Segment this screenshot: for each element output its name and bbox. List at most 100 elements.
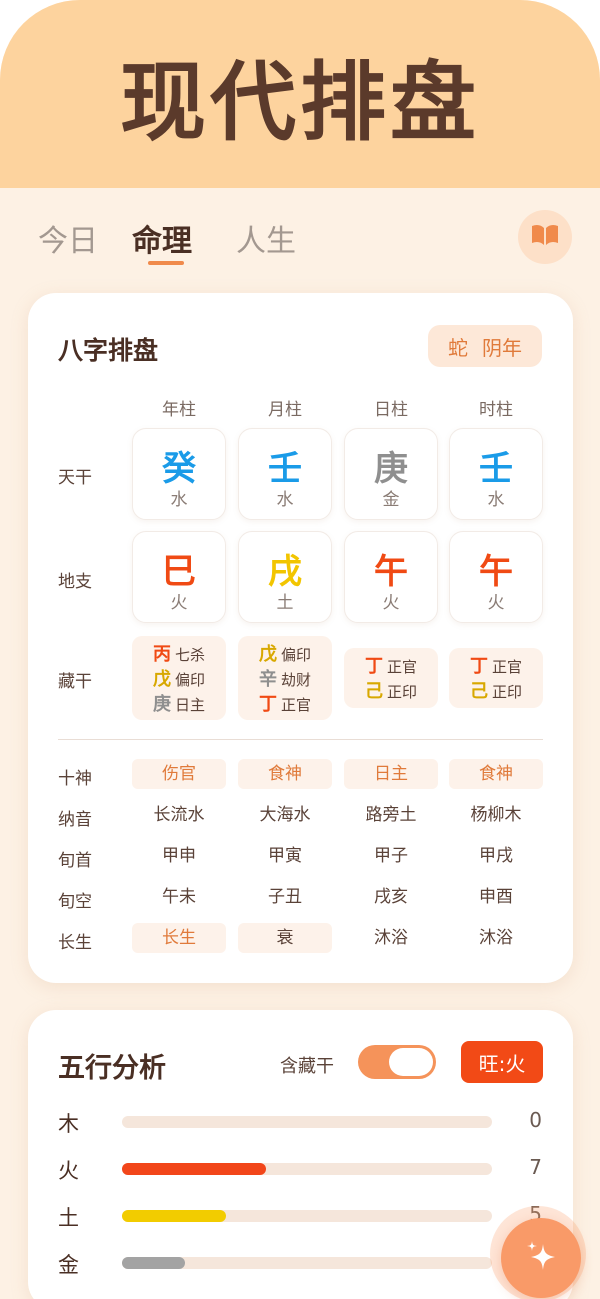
hidden-stem-god: 偏印 xyxy=(280,646,311,664)
changsheng-cell: 沐浴 xyxy=(479,928,513,948)
column-header: 日柱 xyxy=(374,400,408,420)
tab-bar: 今日 命理 人生 xyxy=(0,188,600,280)
heavenly-stem-cell: 庚金 xyxy=(344,428,438,520)
year-type: 阴年 xyxy=(482,335,522,360)
tab-today[interactable]: 今日 xyxy=(38,216,98,260)
hidden-stem-god: 日主 xyxy=(174,696,205,714)
row-label-heavenly: 天干 xyxy=(58,468,92,488)
element-bar-fill xyxy=(122,1210,226,1222)
row-label-ten-god: 十神 xyxy=(58,769,92,789)
heavenly-stem-cell: 癸水 xyxy=(132,428,226,520)
element-label: 土 xyxy=(58,1206,79,1230)
hidden-stem-line: 庚日主 xyxy=(132,690,226,716)
xunkong-cell: 申酉 xyxy=(479,887,513,907)
hidden-stem-god: 七杀 xyxy=(174,646,205,664)
hidden-stem-line: 戊偏印 xyxy=(238,640,332,666)
hidden-stem-god: 正印 xyxy=(491,683,522,701)
element-bar-track xyxy=(122,1163,492,1175)
nayin-cell: 大海水 xyxy=(259,805,311,825)
earthly-stem-element: 火 xyxy=(170,593,188,613)
heavenly-stem-char: 壬 xyxy=(479,449,513,489)
element-label: 木 xyxy=(58,1112,79,1136)
column-header: 年柱 xyxy=(162,400,196,420)
bazi-title: 八字排盘 xyxy=(58,336,159,365)
hidden-stem-line: 丁正官 xyxy=(449,652,543,678)
hidden-stem-line: 戊偏印 xyxy=(132,665,226,691)
xunkong-cell: 午未 xyxy=(162,887,196,907)
hidden-stems-cell: 丙七杀戊偏印庚日主 xyxy=(132,636,226,720)
hidden-stem-god: 正官 xyxy=(280,696,311,714)
heavenly-stem-element: 水 xyxy=(487,490,505,510)
hero-title: 现代排盘 xyxy=(120,52,480,153)
ten-god-cell: 伤官 xyxy=(132,759,226,789)
earthly-stem-char: 午 xyxy=(479,552,513,592)
active-tab-indicator xyxy=(148,261,184,265)
ten-god-cell: 食神 xyxy=(238,759,332,789)
xunshou-cell: 甲寅 xyxy=(268,846,302,866)
earthly-stem-char: 巳 xyxy=(162,552,196,592)
heavenly-stem-element: 水 xyxy=(276,490,294,510)
hidden-stem-char: 戊 xyxy=(258,644,277,665)
xunkong-cell: 戌亥 xyxy=(374,887,408,907)
xunshou-cell: 甲戌 xyxy=(479,846,513,866)
row-label-changsheng: 长生 xyxy=(58,933,92,953)
hidden-stems-cell: 丁正官己正印 xyxy=(344,648,438,708)
hidden-stem-line: 丁正官 xyxy=(238,690,332,716)
changsheng-cell: 衰 xyxy=(238,923,332,953)
element-label: 金 xyxy=(58,1253,79,1277)
hidden-stem-char: 戊 xyxy=(152,669,171,690)
hidden-stem-god: 正官 xyxy=(491,658,522,676)
hidden-stem-line: 己正印 xyxy=(449,677,543,703)
hidden-stems-cell: 丁正官己正印 xyxy=(449,648,543,708)
hero-banner: 现代排盘 xyxy=(0,0,600,188)
ai-assistant-button[interactable] xyxy=(501,1218,581,1298)
hidden-stem-char: 庚 xyxy=(152,694,171,715)
element-bar-fill xyxy=(122,1257,185,1269)
toggle-knob xyxy=(389,1048,433,1076)
row-label-xunkong: 旬空 xyxy=(58,892,92,912)
earthly-stem-element: 土 xyxy=(276,593,294,613)
nayin-cell: 杨柳木 xyxy=(470,805,522,825)
column-header: 月柱 xyxy=(268,400,302,420)
heavenly-stem-cell: 壬水 xyxy=(449,428,543,520)
hidden-stem-char: 己 xyxy=(364,681,383,702)
row-label-xunshou: 旬首 xyxy=(58,851,92,871)
heavenly-stem-char: 癸 xyxy=(162,449,196,489)
hidden-stem-char: 丁 xyxy=(364,656,383,677)
hidden-stem-char: 丙 xyxy=(152,644,171,665)
xunshou-cell: 甲申 xyxy=(162,846,196,866)
element-bar-track xyxy=(122,1257,492,1269)
heavenly-stem-char: 庚 xyxy=(374,449,408,489)
earthly-stem-element: 火 xyxy=(382,593,400,613)
earthly-stem-char: 午 xyxy=(374,552,408,592)
hidden-stem-god: 劫财 xyxy=(280,671,311,689)
hidden-stems-cell: 戊偏印辛劫财丁正官 xyxy=(238,636,332,720)
book-icon xyxy=(530,223,560,251)
heavenly-stem-element: 水 xyxy=(170,490,188,510)
dominant-element-badge: 旺:火 xyxy=(461,1041,543,1083)
ten-god-cell: 日主 xyxy=(344,759,438,789)
hidden-stem-god: 正印 xyxy=(386,683,417,701)
changsheng-cell: 长生 xyxy=(132,923,226,953)
column-header: 时柱 xyxy=(479,400,513,420)
divider xyxy=(58,739,543,740)
tab-life[interactable]: 人生 xyxy=(236,216,296,260)
changsheng-cell: 沐浴 xyxy=(374,928,408,948)
hidden-stem-toggle[interactable] xyxy=(358,1045,436,1079)
row-label-hidden: 藏干 xyxy=(58,672,92,692)
ten-god-cell: 食神 xyxy=(449,759,543,789)
nayin-cell: 长流水 xyxy=(153,805,205,825)
hidden-stem-char: 丁 xyxy=(469,656,488,677)
hidden-stem-line: 丁正官 xyxy=(344,652,438,678)
hidden-stem-line: 辛劫财 xyxy=(238,665,332,691)
element-count: 0 xyxy=(529,1108,542,1132)
earthly-stem-cell: 戌土 xyxy=(238,531,332,623)
book-button[interactable] xyxy=(518,210,572,264)
row-label-earthly: 地支 xyxy=(58,572,92,592)
hidden-stem-line: 丙七杀 xyxy=(132,640,226,666)
earthly-stem-cell: 午火 xyxy=(449,531,543,623)
xunshou-cell: 甲子 xyxy=(374,846,408,866)
tab-mingli[interactable]: 命理 xyxy=(132,216,192,260)
zodiac-badge: 蛇 阴年 xyxy=(428,325,542,367)
row-label-nayin: 纳音 xyxy=(58,810,92,830)
